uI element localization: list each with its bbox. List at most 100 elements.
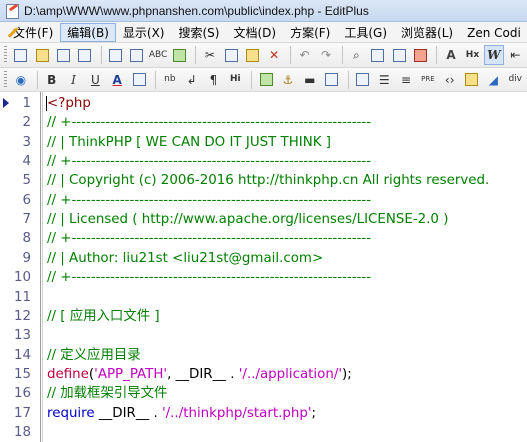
anchor-icon[interactable]: ⚓ — [278, 70, 298, 90]
highlight-icon[interactable] — [129, 70, 149, 90]
menu-edit[interactable]: 编辑(B) — [60, 22, 116, 42]
hx-icon[interactable]: Hx — [463, 45, 482, 65]
menu-zen-coding[interactable]: Zen Codi — [460, 23, 527, 42]
menu-search[interactable]: 搜索(S) — [171, 23, 226, 42]
copy-icon[interactable] — [222, 45, 241, 65]
font-icon[interactable]: A — [441, 45, 460, 65]
menu-bar: 文件(F) 编辑(B) 显示(X) 搜索(S) 文档(D) 方案(F) 工具(G… — [0, 22, 527, 43]
line-code[interactable]: // | ThinkPHP [ WE CAN DO IT JUST THINK … — [47, 133, 331, 152]
spell-check-icon[interactable]: ABC — [148, 45, 167, 65]
style-icon[interactable]: ◢ — [483, 70, 503, 90]
word-wrap-icon[interactable]: W — [484, 45, 504, 65]
line-code[interactable]: // +------------------------------------… — [47, 268, 371, 287]
code-token: // | Author: liu21st <liu21st@gmail.com> — [47, 250, 324, 266]
line-code[interactable]: <?php — [47, 94, 91, 113]
code-line[interactable]: 4 // +-----------------------------------… — [0, 152, 527, 171]
line-code[interactable]: require __DIR__ . '/../thinkphp/start.ph… — [47, 404, 316, 423]
line-code[interactable]: // [ 应用入口文件 ] — [47, 307, 160, 326]
open-folder-icon[interactable] — [32, 45, 51, 65]
italic-button[interactable]: I — [64, 70, 84, 90]
code-line[interactable]: 16 // 加载框架引导文件 — [0, 384, 527, 403]
line-code[interactable]: // +------------------------------------… — [47, 229, 371, 248]
pre-button[interactable]: PRE — [418, 70, 438, 90]
line-code[interactable]: // 定义应用目录 — [47, 346, 141, 365]
code-line[interactable]: 7 // | Licensed ( http://www.apache.org/l… — [0, 210, 527, 229]
print-icon[interactable] — [106, 45, 125, 65]
line-number: 11 — [13, 289, 31, 305]
center-align-icon[interactable]: ≡ — [396, 70, 416, 90]
code-token: '/../thinkphp/start.php' — [161, 405, 312, 421]
menu-browser[interactable]: 浏览器(L) — [394, 23, 460, 42]
underline-button[interactable]: U — [85, 70, 105, 90]
line-code[interactable]: // | Author: liu21st <liu21st@gmail.com> — [47, 249, 323, 268]
line-code[interactable]: // +------------------------------------… — [47, 152, 371, 171]
code-line[interactable]: 5 // | Copyright (c) 2006-2016 http://thi… — [0, 171, 527, 190]
line-break-button[interactable]: ↲ — [182, 70, 202, 90]
paste-icon[interactable] — [243, 45, 262, 65]
horizontal-rule-icon[interactable]: ▬ — [300, 70, 320, 90]
nbsp-button[interactable]: nb — [160, 70, 180, 90]
cut-icon[interactable]: ✂ — [200, 45, 219, 65]
line-number: 6 — [22, 192, 31, 208]
code-line[interactable]: 11 — [0, 288, 527, 307]
code-line[interactable]: 1 <?php — [0, 94, 527, 113]
line-code[interactable]: // 加载框架引导文件 — [47, 384, 167, 403]
line-code[interactable]: // | Licensed ( http://www.apache.org/li… — [47, 210, 448, 229]
code-line[interactable]: 8 // +-----------------------------------… — [0, 229, 527, 248]
code-line[interactable]: 14 // 定义应用目录 — [0, 346, 527, 365]
globe-icon[interactable]: ◉ — [11, 70, 31, 90]
image-icon[interactable] — [256, 70, 276, 90]
delete-icon[interactable]: ✕ — [264, 45, 283, 65]
code-line[interactable]: 17 require __DIR__ . '/../thinkphp/start.… — [0, 404, 527, 423]
line-code[interactable]: // +------------------------------------… — [47, 191, 371, 210]
menu-tools[interactable]: 工具(G) — [337, 23, 394, 42]
table-icon[interactable] — [353, 70, 373, 90]
code-token: ; — [311, 405, 317, 421]
menu-document[interactable]: 文档(D) — [226, 23, 283, 42]
line-code[interactable]: // +------------------------------------… — [47, 113, 371, 132]
heading-button[interactable]: Hi — [225, 70, 245, 90]
goto-icon[interactable] — [390, 45, 409, 65]
list-icon[interactable]: ☰ — [374, 70, 394, 90]
paragraph-button[interactable]: ¶ — [204, 70, 224, 90]
clipboard-icon[interactable] — [411, 45, 430, 65]
menu-view[interactable]: 显示(X) — [116, 23, 172, 42]
toolbar-grip[interactable] — [4, 46, 7, 64]
script-icon[interactable] — [462, 70, 482, 90]
code-line[interactable]: 6 // +-----------------------------------… — [0, 191, 527, 210]
indent-icon[interactable]: ⇤ — [506, 45, 525, 65]
line-code[interactable]: // | Copyright (c) 2006-2016 http://thin… — [47, 171, 489, 190]
window-title: D:\amp\WWW\www.phpnanshen.com\public\ind… — [24, 3, 369, 18]
menu-project[interactable]: 方案(F) — [283, 23, 337, 42]
browser-preview-icon[interactable] — [170, 45, 189, 65]
code-editor[interactable]: 1 <?php 2 // +-----------------------------… — [0, 92, 527, 442]
redo-icon[interactable]: ↷ — [316, 45, 335, 65]
replace-icon[interactable] — [368, 45, 387, 65]
code-line[interactable]: 15 define('APP_PATH', __DIR__ . '/../appl… — [0, 365, 527, 384]
code-line[interactable]: 12 // [ 应用入口文件 ] — [0, 307, 527, 326]
new-file-icon[interactable] — [11, 45, 30, 65]
undo-icon[interactable]: ↶ — [295, 45, 314, 65]
find-icon[interactable]: ⌕ — [347, 45, 366, 65]
save-icon[interactable] — [54, 45, 73, 65]
line-number: 18 — [13, 424, 31, 440]
print-preview-icon[interactable] — [127, 45, 146, 65]
code-line[interactable]: 2 // +-----------------------------------… — [0, 113, 527, 132]
code-line[interactable]: 3 // | ThinkPHP [ WE CAN DO IT JUST THINK… — [0, 133, 527, 152]
toolbar-grip[interactable] — [4, 70, 7, 89]
code-token: // | Copyright (c) 2006-2016 http://thin… — [47, 173, 490, 189]
comment-icon[interactable]: ‹› — [440, 70, 460, 90]
line-code[interactable]: define('APP_PATH', __DIR__ . '/../applic… — [47, 365, 352, 384]
code-token: // | Licensed ( http://www.apache.org/li… — [47, 212, 449, 228]
div-button[interactable]: div — [505, 70, 525, 90]
toolbar-separator — [195, 46, 197, 64]
line-number: 13 — [13, 328, 31, 344]
save-all-icon[interactable] — [75, 45, 94, 65]
bold-button[interactable]: B — [42, 70, 62, 90]
font-color-button[interactable]: A — [107, 70, 127, 90]
code-line[interactable]: 10 // +----------------------------------… — [0, 268, 527, 287]
code-line[interactable]: 9 // | Author: liu21st <liu21st@gmail.com… — [0, 249, 527, 268]
code-line[interactable]: 18 — [0, 423, 527, 442]
form-icon[interactable] — [322, 70, 342, 90]
code-line[interactable]: 13 — [0, 326, 527, 345]
